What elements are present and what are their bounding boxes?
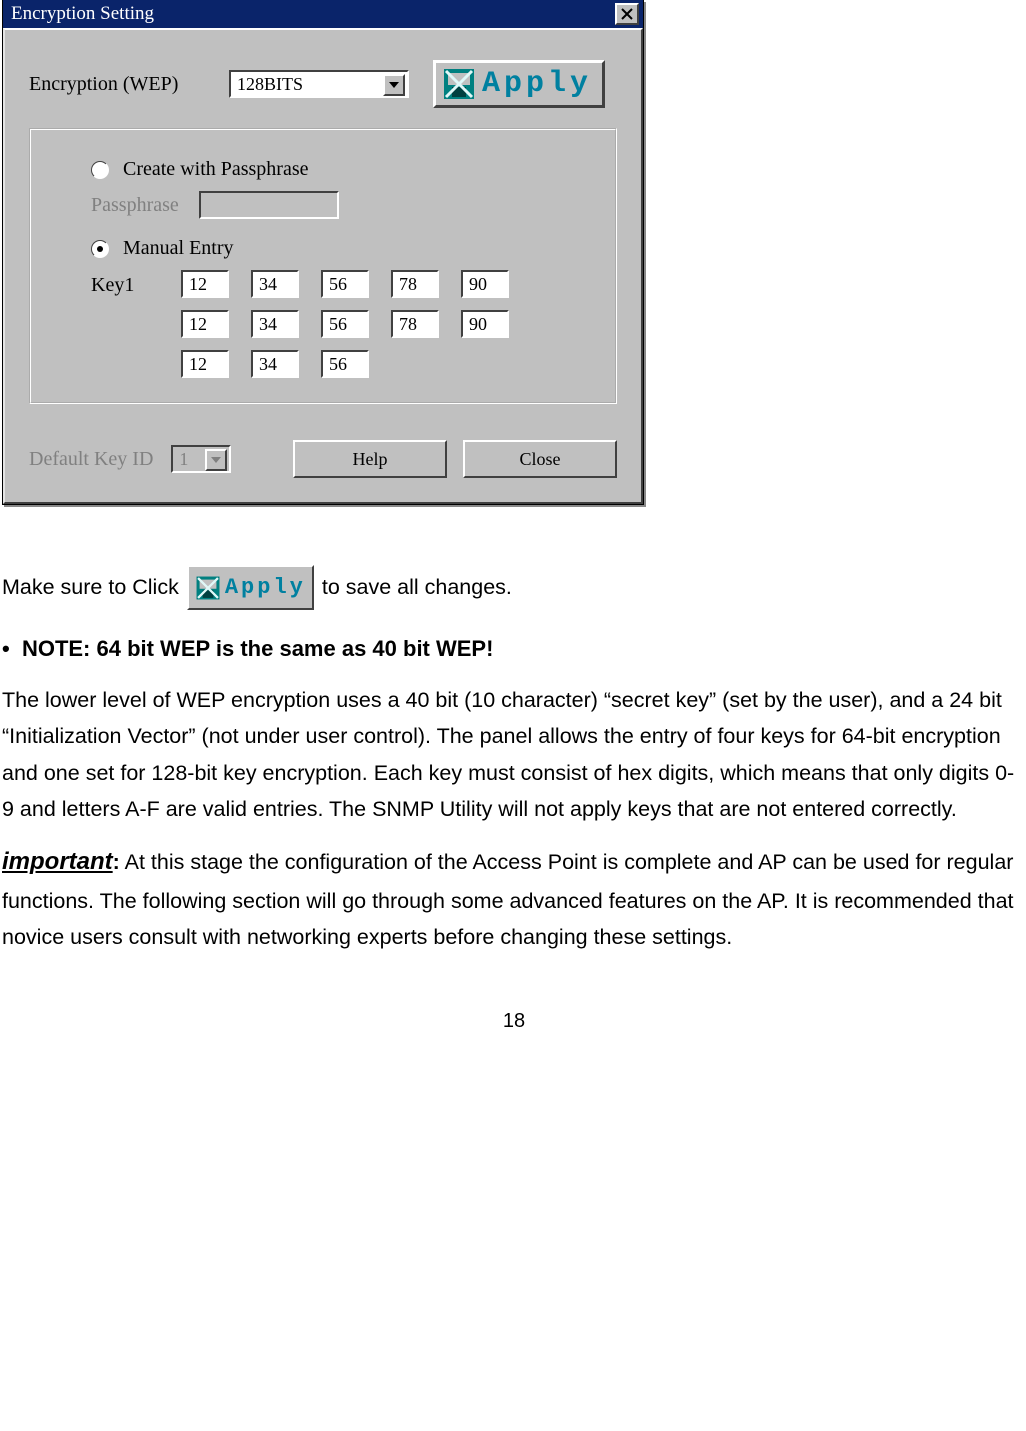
- encryption-select[interactable]: 128BITS: [229, 70, 409, 98]
- key-groupbox: Create with Passphrase Passphrase Manual…: [29, 128, 617, 404]
- chevron-down-icon: [205, 449, 227, 471]
- apply-button-label: Apply: [482, 67, 592, 101]
- titlebar: Encryption Setting: [3, 0, 643, 28]
- encryption-dialog: Encryption Setting Encryption (WEP) 128B…: [2, 0, 644, 505]
- radio-manual-label: Manual Entry: [123, 237, 234, 260]
- help-button[interactable]: Help: [293, 440, 447, 478]
- key1-label: Key1: [91, 270, 181, 378]
- document-body: Make sure to Click Apply to save all cha…: [0, 505, 1026, 1038]
- default-key-select: 1: [171, 445, 231, 473]
- close-icon[interactable]: [615, 3, 639, 25]
- key-input[interactable]: 90: [461, 310, 509, 338]
- key-input[interactable]: 12: [181, 310, 229, 338]
- key1-boxes: 12 34 56 78 90 12 34 56 78 90 12: [181, 270, 509, 378]
- key-input[interactable]: 78: [391, 270, 439, 298]
- default-key-label: Default Key ID: [29, 448, 153, 471]
- paragraph-important: important: At this stage the configurati…: [2, 842, 1026, 956]
- radio-icon: [91, 240, 109, 258]
- radio-manual[interactable]: Manual Entry: [91, 237, 591, 260]
- page-number: 18: [2, 1004, 1026, 1038]
- key-input[interactable]: 34: [251, 350, 299, 378]
- key-input[interactable]: 56: [321, 310, 369, 338]
- passphrase-label: Passphrase: [91, 194, 179, 217]
- key-input[interactable]: 78: [391, 310, 439, 338]
- close-button[interactable]: Close: [463, 440, 617, 478]
- key-input[interactable]: 12: [181, 270, 229, 298]
- paragraph-wep: The lower level of WEP encryption uses a…: [2, 682, 1026, 828]
- important-label: important: [2, 848, 113, 875]
- click-text-pre: Make sure to Click: [2, 569, 179, 606]
- default-key-value: 1: [179, 449, 188, 470]
- encryption-select-value: 128BITS: [237, 74, 303, 95]
- key-input[interactable]: 34: [251, 270, 299, 298]
- note-text: NOTE: 64 bit WEP is the same as 40 bit W…: [22, 636, 494, 661]
- apply-button-inline: Apply: [187, 565, 314, 610]
- radio-passphrase-label: Create with Passphrase: [123, 158, 309, 181]
- key-input[interactable]: 90: [461, 270, 509, 298]
- radio-icon: [91, 161, 109, 179]
- chevron-down-icon[interactable]: [383, 74, 405, 96]
- encryption-label: Encryption (WEP): [29, 73, 229, 96]
- apply-button[interactable]: Apply: [433, 60, 605, 108]
- click-text-post: to save all changes.: [322, 569, 512, 606]
- key-input[interactable]: 34: [251, 310, 299, 338]
- apply-icon: [442, 67, 476, 101]
- key-input[interactable]: 12: [181, 350, 229, 378]
- key-input[interactable]: 56: [321, 350, 369, 378]
- note-bullet: • NOTE: 64 bit WEP is the same as 40 bit…: [2, 630, 1026, 667]
- dialog-body: Encryption (WEP) 128BITS Apply: [3, 28, 643, 504]
- key-input[interactable]: 56: [321, 270, 369, 298]
- important-text: At this stage the configuration of the A…: [2, 850, 1014, 949]
- passphrase-input: [199, 191, 339, 219]
- dialog-title: Encryption Setting: [11, 3, 615, 25]
- apply-icon: [195, 575, 221, 601]
- radio-passphrase[interactable]: Create with Passphrase: [91, 158, 591, 181]
